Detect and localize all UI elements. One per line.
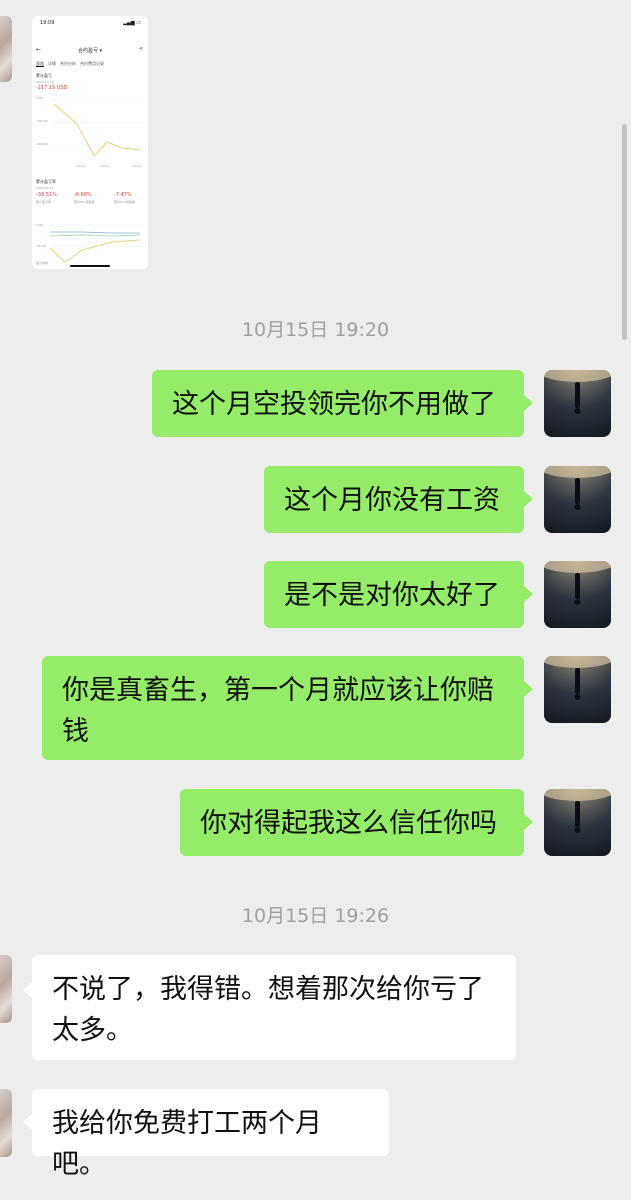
- received-message-bubble[interactable]: 不说了，我得错。想着那次给你亏了太多。: [32, 955, 516, 1060]
- screenshot-header-title: 合约盈亏 ▾: [77, 48, 103, 54]
- avatar-figure-icon: [544, 789, 611, 833]
- pnl-line-chart: [52, 99, 144, 157]
- cumulative-pnl-label: 累计盈亏: [36, 73, 52, 78]
- bubble-tail: [524, 681, 533, 697]
- chart2-date: 10-10: [76, 268, 85, 269]
- tab-fees: 合约费用记录: [80, 61, 104, 66]
- avatar-figure-icon: [544, 656, 611, 700]
- screenshot-tabs: 总览 详情 合约分析 合约费用记录: [36, 61, 108, 67]
- bubble-tail: [23, 1114, 32, 1130]
- chart1-date: 10-10: [76, 164, 85, 168]
- avatar-figure-icon: [544, 561, 611, 605]
- rate-value: -38.51%: [36, 192, 57, 198]
- contact-avatar[interactable]: [0, 1089, 12, 1157]
- tab-overview: 总览: [36, 61, 44, 67]
- status-time: 19:09: [40, 20, 55, 26]
- rate-line-chart: [49, 224, 144, 263]
- my-avatar[interactable]: [544, 466, 611, 533]
- avatar-figure-icon: [544, 370, 611, 414]
- sent-message-bubble[interactable]: 这个月空投领完你不用做了: [152, 370, 524, 437]
- cumulative-rate-date: 2023-10-14: [36, 186, 54, 190]
- rate-value: -7.47%: [114, 192, 132, 198]
- image-message-screenshot[interactable]: 19:09 ▂▄▆ ▭ ← 合约盈亏 ▾ ⋖ 总览 详情 合约分析 合约费用记录 累计…: [32, 16, 148, 269]
- sent-message-bubble[interactable]: 你是真畜生，第一个月就应该让你赔钱: [42, 656, 524, 760]
- share-icon: ⋖: [138, 46, 143, 52]
- my-avatar[interactable]: [544, 789, 611, 856]
- sent-message-bubble[interactable]: 这个月你没有工资: [264, 466, 524, 533]
- my-avatar[interactable]: [544, 656, 611, 723]
- status-icons: ▂▄▆ ▭: [123, 20, 141, 26]
- cumulative-rate-label: 累计盈亏率: [36, 179, 56, 184]
- message-timestamp: 10月15日 19:20: [241, 319, 390, 341]
- scrollbar[interactable]: [622, 124, 627, 340]
- my-avatar[interactable]: [544, 370, 611, 437]
- bubble-tail: [23, 982, 32, 998]
- pnl-composition-label: 盈亏构成: [36, 261, 49, 265]
- chart1-date: 10-12: [100, 164, 109, 168]
- chart2-date: 10-12: [104, 268, 113, 269]
- bubble-tail: [524, 491, 533, 507]
- chart1-date: 10-14: [132, 164, 141, 168]
- contact-avatar[interactable]: [0, 955, 12, 1023]
- tab-analysis: 合约分析: [60, 61, 76, 66]
- received-message-bubble[interactable]: 我给你免费打工两个月吧。: [32, 1089, 389, 1180]
- chart2-date: 10-14: [132, 268, 141, 269]
- rate-legend-item: 累计盈亏率: [36, 200, 52, 204]
- sent-message-bubble[interactable]: 你对得起我这么信任你吗: [180, 789, 524, 856]
- message-timestamp: 10月15日 19:26: [241, 905, 390, 927]
- rate-legend-item: 累计BTC涨跌幅: [74, 200, 95, 204]
- bubble-tail: [524, 395, 533, 411]
- rate-value: -8.68%: [74, 192, 92, 198]
- avatar-figure-icon: [544, 466, 611, 510]
- contact-avatar[interactable]: [0, 16, 12, 82]
- bubble-tail: [524, 586, 533, 602]
- bubble-tail: [524, 814, 533, 830]
- cumulative-pnl-date: 2023-10-14: [36, 80, 54, 84]
- tab-details: 详情: [48, 61, 56, 66]
- home-indicator: [70, 265, 110, 267]
- sent-message-bubble[interactable]: 是不是对你太好了: [264, 561, 524, 628]
- my-avatar[interactable]: [544, 561, 611, 628]
- cumulative-pnl-value: -217.15 USD: [36, 85, 68, 91]
- rate-legend-item: 累计ETH涨跌幅: [114, 200, 135, 204]
